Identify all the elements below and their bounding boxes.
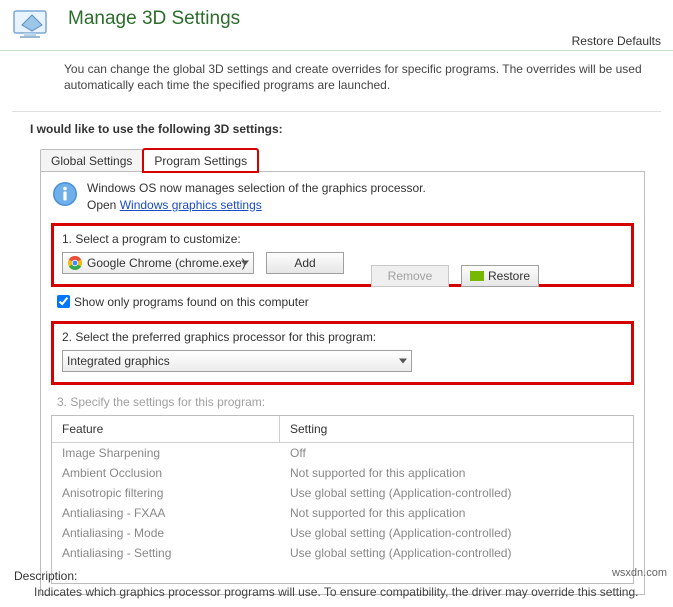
description-footer: Description: Indicates which graphics pr… xyxy=(14,569,665,599)
section-1-program-select: 1. Select a program to customize: Go xyxy=(51,223,634,287)
col-setting[interactable]: Setting xyxy=(280,416,633,442)
tab-strip: Global Settings Program Settings xyxy=(40,149,647,172)
chrome-icon xyxy=(67,255,83,271)
chevron-down-icon xyxy=(241,260,249,265)
show-only-found-checkbox[interactable]: Show only programs found on this compute… xyxy=(57,295,634,309)
page-title: Manage 3D Settings xyxy=(68,6,663,30)
page-header: Manage 3D Settings Restore Defaults xyxy=(0,0,673,44)
info-text: Windows OS now manages selection of the … xyxy=(87,180,426,212)
description-text: Indicates which graphics processor progr… xyxy=(14,585,665,599)
table-header: Feature Setting xyxy=(52,416,633,443)
checkbox-input[interactable] xyxy=(57,295,70,308)
windows-graphics-link[interactable]: Windows graphics settings xyxy=(120,198,262,212)
gpu-select-value: Integrated graphics xyxy=(67,354,170,368)
chevron-down-icon xyxy=(399,358,407,363)
restore-defaults-link[interactable]: Restore Defaults xyxy=(572,34,661,48)
header-divider xyxy=(0,50,673,51)
nvidia-icon xyxy=(470,271,484,281)
table-row[interactable]: Antialiasing - FXAA Not supported for th… xyxy=(52,503,633,523)
section2-label: 2. Select the preferred graphics process… xyxy=(62,330,623,344)
info-line1: Windows OS now manages selection of the … xyxy=(87,181,426,195)
monitor-3d-icon xyxy=(10,6,58,44)
table-body[interactable]: Image Sharpening Off Ambient Occlusion N… xyxy=(52,443,633,583)
panel-title: I would like to use the following 3D set… xyxy=(26,122,647,136)
table-row[interactable]: Antialiasing - Mode Use global setting (… xyxy=(52,523,633,543)
remove-button: Remove xyxy=(371,265,449,287)
section-2-gpu-select: 2. Select the preferred graphics process… xyxy=(51,321,634,385)
description-label: Description: xyxy=(14,569,665,583)
program-select[interactable]: Google Chrome (chrome.exe) xyxy=(62,252,254,274)
gpu-select[interactable]: Integrated graphics xyxy=(62,350,412,372)
table-row[interactable]: Image Sharpening Off xyxy=(52,443,633,463)
info-icon xyxy=(51,180,79,208)
intro-text: You can change the global 3D settings an… xyxy=(0,57,673,101)
restore-button[interactable]: Restore xyxy=(461,265,539,287)
table-row[interactable]: Antialiasing - Setting Use global settin… xyxy=(52,543,633,563)
tab-program-settings[interactable]: Program Settings xyxy=(143,149,258,172)
col-feature[interactable]: Feature xyxy=(52,416,280,442)
tab-content: Windows OS now manages selection of the … xyxy=(40,171,645,594)
section3-label: 3. Specify the settings for this program… xyxy=(57,395,634,409)
settings-panel: I would like to use the following 3D set… xyxy=(12,111,661,602)
info-banner: Windows OS now manages selection of the … xyxy=(51,180,634,212)
add-button[interactable]: Add xyxy=(266,252,344,274)
table-row[interactable]: Ambient Occlusion Not supported for this… xyxy=(52,463,633,483)
info-line2-prefix: Open xyxy=(87,198,120,212)
tab-global-settings[interactable]: Global Settings xyxy=(40,149,143,172)
program-select-value: Google Chrome (chrome.exe) xyxy=(87,256,246,270)
section1-label: 1. Select a program to customize: xyxy=(62,232,623,246)
table-row[interactable]: Anisotropic filtering Use global setting… xyxy=(52,483,633,503)
settings-table: Feature Setting Image Sharpening Off Amb… xyxy=(51,415,634,584)
